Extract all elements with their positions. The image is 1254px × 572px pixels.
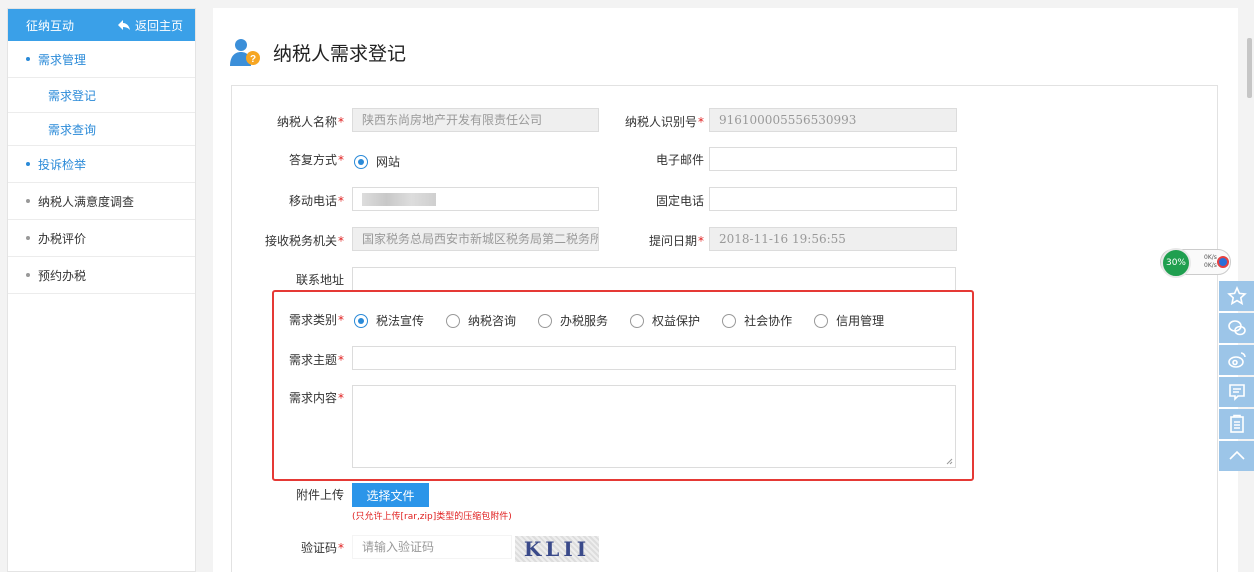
sidebar-item-label: 投诉检举 <box>38 157 87 172</box>
email-label: 电子邮件 <box>655 153 704 167</box>
category-option-consulting[interactable]: 纳税咨询 <box>446 312 516 329</box>
taxpayer-id-label: 纳税人识别号* <box>624 115 704 129</box>
radio-unchecked-icon <box>722 313 737 328</box>
address-field[interactable] <box>352 267 956 291</box>
sidebar-item-complaint[interactable]: 投诉检举 <box>8 146 195 183</box>
category-option-credit-management[interactable]: 信用管理 <box>814 312 884 329</box>
bullet-icon <box>26 199 30 203</box>
sidebar-subitem-demand-query[interactable]: 需求查询 <box>8 113 195 146</box>
message-icon <box>1228 384 1245 401</box>
radio-checked-icon <box>354 154 368 169</box>
bullet-icon <box>26 273 30 277</box>
bullet-icon <box>26 162 30 166</box>
back-arrow-icon <box>117 20 130 30</box>
wechat-button[interactable] <box>1219 313 1254 343</box>
subject-field[interactable] <box>352 346 956 370</box>
captcha-label: 验证码* <box>300 541 344 555</box>
taxpayer-name-label: 纳税人名称* <box>276 115 344 129</box>
radio-unchecked-icon <box>814 313 829 328</box>
sidebar-item-label: 预约办税 <box>38 268 87 283</box>
speed-percent: 30% <box>1161 248 1191 278</box>
bullet-icon <box>26 57 30 61</box>
reply-method-option-label: 网站 <box>376 155 401 169</box>
network-speed-widget[interactable]: 30% 0K/s 0K/s <box>1160 248 1231 278</box>
clipboard-button[interactable] <box>1219 409 1254 439</box>
page-title: 纳税人需求登记 <box>273 42 407 65</box>
sidebar-item-label: 需求管理 <box>38 52 87 67</box>
attachment-label: 附件上传 <box>295 488 344 502</box>
content-textarea[interactable] <box>352 385 956 468</box>
weibo-icon <box>1227 352 1246 368</box>
tax-office-field: 国家税务总局西安市新城区税务局第二税务所 <box>352 227 599 251</box>
star-icon <box>1226 286 1247 306</box>
svg-text:?: ? <box>250 54 256 65</box>
category-option-label: 税法宣传 <box>376 314 425 328</box>
category-option-label: 权益保护 <box>652 314 701 328</box>
category-label: 需求类别* <box>288 313 344 327</box>
date-label: 提问日期* <box>648 234 704 248</box>
sidebar-subitem-label: 需求登记 <box>48 88 97 103</box>
landline-field[interactable] <box>709 187 957 211</box>
bullet-icon <box>26 236 30 240</box>
user-question-icon: ? <box>230 39 260 66</box>
category-option-tax-service[interactable]: 办税服务 <box>538 312 608 329</box>
page-header: ? 纳税人需求登记 <box>229 36 406 68</box>
sidebar-item-satisfaction-survey[interactable]: 纳税人满意度调查 <box>8 183 195 220</box>
mobile-label: 移动电话* <box>288 194 344 208</box>
category-option-label: 信用管理 <box>836 314 885 328</box>
sidebar-subitem-demand-register[interactable]: 需求登记 <box>8 78 195 113</box>
back-home-label: 返回主页 <box>134 18 183 33</box>
category-option-social-cooperation[interactable]: 社会协作 <box>722 312 792 329</box>
subject-label: 需求主题* <box>288 353 344 367</box>
content-label: 需求内容* <box>288 391 344 405</box>
radio-checked-icon <box>354 313 368 328</box>
category-option-label: 纳税咨询 <box>468 314 517 328</box>
category-option-rights-protection[interactable]: 权益保护 <box>630 312 700 329</box>
sidebar-item-label: 办税评价 <box>38 231 87 246</box>
category-radio-group: 税法宣传 纳税咨询 办税服务 权益保护 社会协作 信用管理 <box>354 312 906 329</box>
sidebar-subitem-label: 需求查询 <box>48 122 97 137</box>
category-option-label: 办税服务 <box>560 314 609 328</box>
category-option-law-promotion[interactable]: 税法宣传 <box>354 312 424 329</box>
back-home-link[interactable]: 返回主页 <box>117 17 183 34</box>
scrollbar[interactable] <box>1247 38 1252 98</box>
radio-unchecked-icon <box>446 313 461 328</box>
reply-method-label: 答复方式* <box>288 153 344 167</box>
address-label: 联系地址 <box>295 273 344 287</box>
date-field: 2018-11-16 19:56:55 <box>709 227 957 251</box>
resize-handle-icon[interactable] <box>946 458 953 465</box>
category-option-label: 社会协作 <box>744 314 793 328</box>
sidebar-item-demand-management[interactable]: 需求管理 <box>8 41 195 78</box>
back-to-top-button[interactable] <box>1219 441 1254 471</box>
taxpayer-name-field: 陕西东尚房地产开发有限责任公司 <box>352 108 599 132</box>
sidebar-item-appointment[interactable]: 预约办税 <box>8 257 195 294</box>
captcha-input[interactable]: 请输入验证码 <box>352 535 512 559</box>
sidebar-title: 征纳互动 <box>26 18 75 33</box>
tax-office-label: 接收税务机关* <box>264 234 344 248</box>
choose-file-button[interactable]: 选择文件 <box>352 483 429 507</box>
message-button[interactable] <box>1219 377 1254 407</box>
speed-text: 0K/s 0K/s <box>1204 254 1217 269</box>
landline-label: 固定电话 <box>655 194 704 208</box>
favorite-button[interactable] <box>1219 281 1254 311</box>
attachment-note: (只允许上传[rar,zip]类型的压缩包附件) <box>352 512 512 522</box>
speed-ball-icon <box>1217 256 1229 268</box>
sidebar: 征纳互动 返回主页 需求管理 需求登记 需求查询 投诉检举 纳税人满意度调查 办… <box>7 8 196 572</box>
sidebar-item-tax-evaluation[interactable]: 办税评价 <box>8 220 195 257</box>
wechat-icon <box>1227 320 1246 336</box>
email-field[interactable] <box>709 147 957 171</box>
radio-unchecked-icon <box>538 313 553 328</box>
sidebar-header: 征纳互动 返回主页 <box>8 9 195 41</box>
radio-unchecked-icon <box>630 313 645 328</box>
chevron-up-icon <box>1228 450 1245 460</box>
reply-method-radio[interactable]: 网站 <box>354 153 422 170</box>
weibo-button[interactable] <box>1219 345 1254 375</box>
floating-toolbar <box>1219 281 1254 473</box>
taxpayer-id-field: 916100005556530993 <box>709 108 957 132</box>
sidebar-item-label: 纳税人满意度调查 <box>38 194 135 209</box>
clipboard-icon <box>1229 414 1244 433</box>
redacted-phone <box>362 193 436 206</box>
captcha-image[interactable]: KLII <box>515 536 599 562</box>
